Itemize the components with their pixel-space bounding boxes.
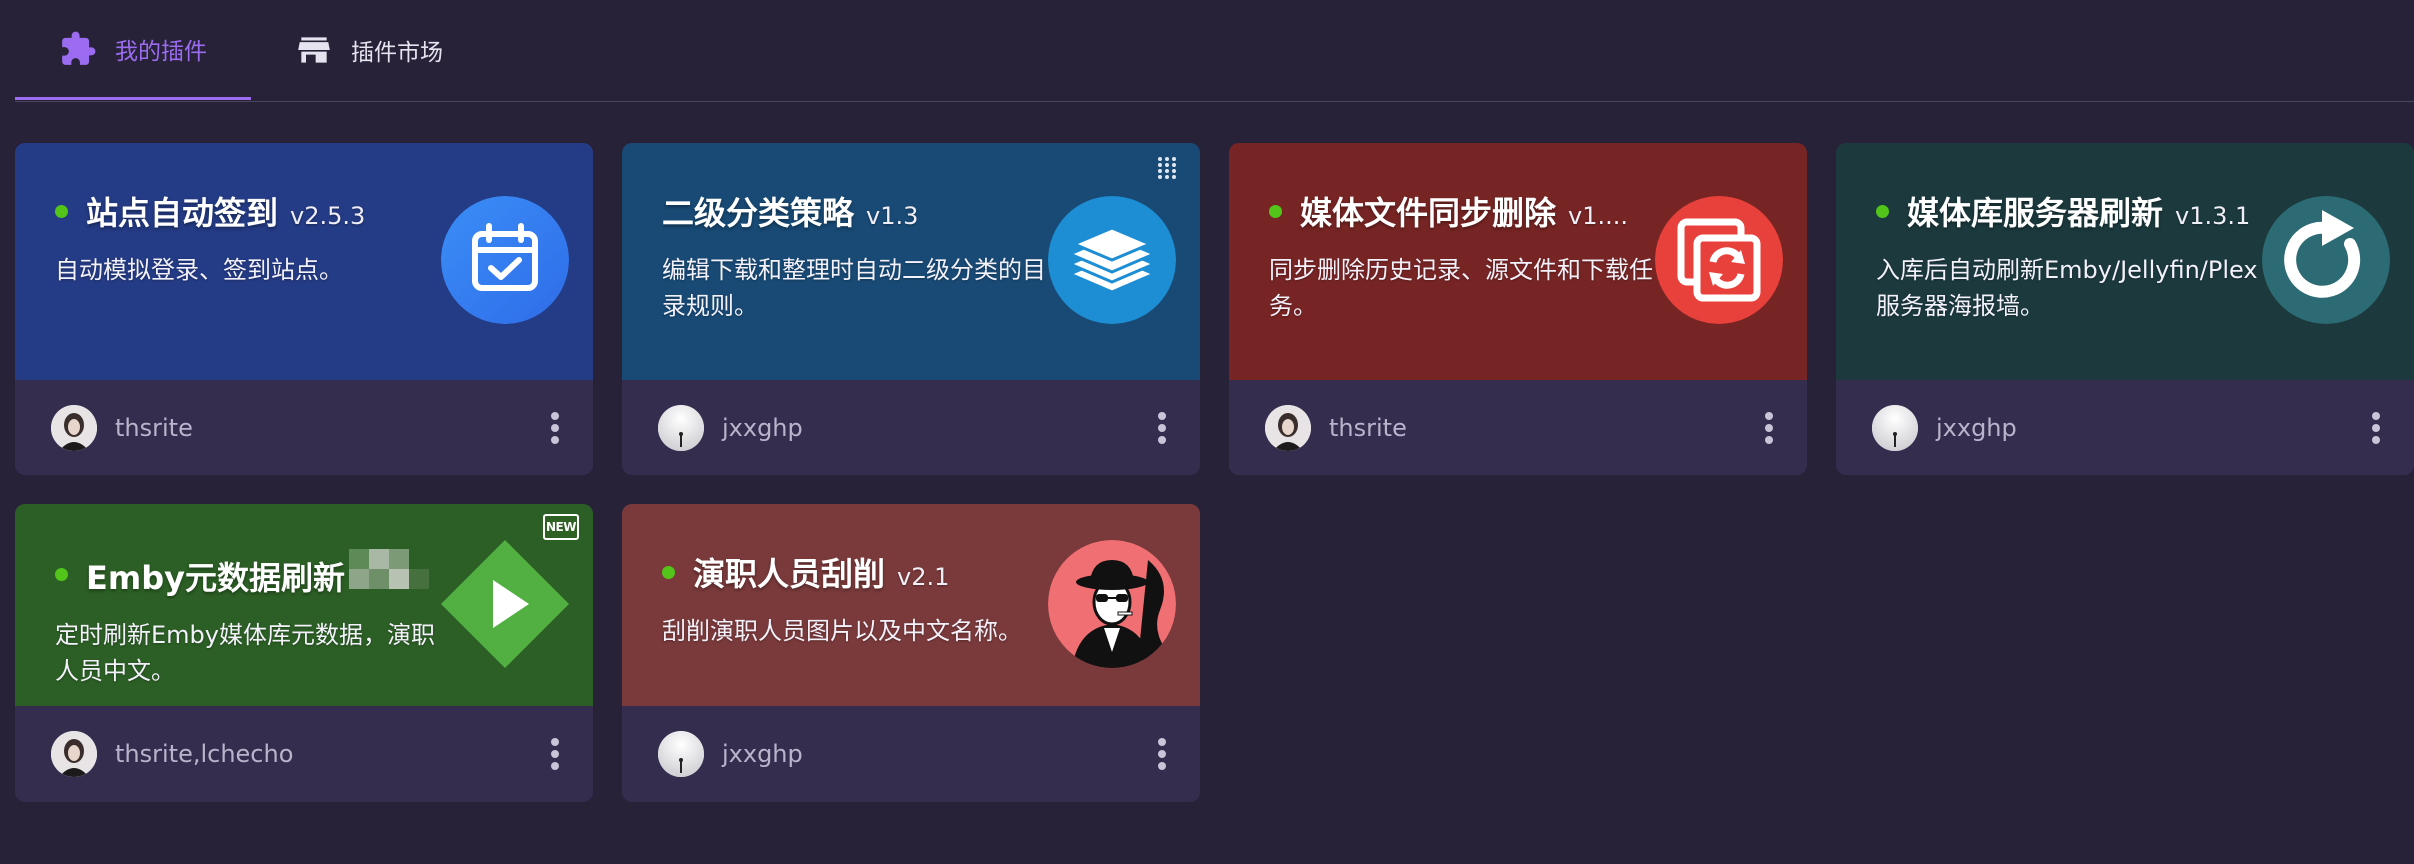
plugin-description: 编辑下载和整理时自动二级分类的目录规则。 [662,256,1046,320]
status-dot [1876,204,1889,218]
more-vertical-icon[interactable] [543,734,567,774]
plugin-title: 演职人员刮削 [693,555,886,593]
plugin-card-header: 演职人员刮削 v2.1 刮削演职人员图片以及中文名称。 [622,504,1200,706]
plugin-version: v1.3.1 [2175,202,2251,230]
plugin-title: 站点自动签到 [86,194,279,232]
more-vertical-icon[interactable] [2364,408,2388,448]
plugin-tabs: 我的插件 插件市场 [15,0,2414,102]
avatar [658,404,704,451]
status-dot [55,567,68,581]
plugin-card-header: 站点自动签到 v2.5.3 自动模拟登录、签到站点。 [15,143,593,380]
new-badge: NEW [543,514,579,540]
plugin-author: thsrite [1329,413,1407,442]
plugin-title: 二级分类策略 [662,194,855,232]
plugin-card-footer: thsrite,lchecho [15,706,593,801]
tab-label: 插件市场 [351,40,443,66]
plugin-version: v2.5.3 [290,202,366,230]
plugin-author: jxxghp [1936,413,2017,442]
tab-plugin-market[interactable]: 插件市场 [251,0,487,100]
drag-handle-icon[interactable] [1156,155,1178,181]
plugin-title: 媒体库服务器刷新 [1907,194,2164,232]
store-icon [298,37,330,63]
status-dot [662,565,675,579]
avatar [51,404,97,451]
more-vertical-icon[interactable] [1150,408,1174,448]
plugin-card-header: 二级分类策略 v1.3 编辑下载和整理时自动二级分类的目录规则。 [622,143,1200,380]
avatar [1872,404,1918,451]
plugin-grid: 站点自动签到 v2.5.3 自动模拟登录、签到站点。 thsrite 二级分类策… [15,143,2414,836]
plugin-card-footer: jxxghp [622,706,1200,801]
tab-label: 我的插件 [115,38,207,65]
plugin-card-header: 媒体库服务器刷新 v1.3.1 入库后自动刷新Emby/Jellyfin/Ple… [1836,143,2414,380]
plugin-description: 定时刷新Emby媒体库元数据，演职人员中文。 [55,621,435,685]
plugin-card[interactable]: NEW Emby元数据刷新 定时刷新Emby媒体库元数据，演职人员中文。 ths… [15,504,593,802]
plugin-author: jxxghp [722,739,803,768]
plugin-author: jxxghp [722,413,803,442]
plugin-card[interactable]: 媒体文件同步删除 v1.... 同步删除历史记录、源文件和下载任务。 thsri… [1229,143,1807,475]
plugin-card-footer: thsrite [15,380,593,475]
plugin-card[interactable]: 站点自动签到 v2.5.3 自动模拟登录、签到站点。 thsrite [15,143,593,475]
plugin-card[interactable]: 演职人员刮削 v2.1 刮削演职人员图片以及中文名称。 jxxghp [622,504,1200,802]
more-vertical-icon[interactable] [1757,408,1781,448]
plugin-card-footer: thsrite [1229,380,1807,475]
stacked-layers-icon [1048,196,1176,324]
plugin-card-footer: jxxghp [622,380,1200,475]
avatar [658,730,704,777]
plugin-card-header: NEW Emby元数据刷新 定时刷新Emby媒体库元数据，演职人员中文。 [15,504,593,706]
more-vertical-icon[interactable] [543,408,567,448]
plugin-description: 自动模拟登录、签到站点。 [55,256,343,284]
plugin-version: v2.1 [897,563,950,591]
plugin-author: thsrite [115,413,193,442]
avatar [51,730,97,777]
sync-files-icon [1655,196,1783,324]
plugin-description: 刮削演职人员图片以及中文名称。 [662,617,1022,645]
plugin-description: 入库后自动刷新Emby/Jellyfin/Plex服务器海报墙。 [1876,256,2258,320]
status-dot [1269,204,1282,218]
actor-portrait-icon [1048,540,1176,668]
plugin-version: v1.3 [866,202,919,230]
puzzle-icon [62,31,96,65]
status-dot [55,204,68,218]
calendar-check-icon [441,196,569,324]
plugin-card-header: 媒体文件同步删除 v1.... 同步删除历史记录、源文件和下载任务。 [1229,143,1807,380]
pixelated-redaction [348,549,429,589]
plugin-author: thsrite,lchecho [115,739,294,768]
avatar [1265,404,1311,451]
plugin-description: 同步删除历史记录、源文件和下载任务。 [1269,256,1653,320]
plugin-version: v1.... [1568,202,1629,230]
plugin-title: 媒体文件同步删除 [1300,194,1557,232]
more-vertical-icon[interactable] [1150,734,1174,774]
plugin-card-footer: jxxghp [1836,380,2414,475]
plugin-card[interactable]: 二级分类策略 v1.3 编辑下载和整理时自动二级分类的目录规则。 jxxghp [622,143,1200,475]
tab-my-plugins[interactable]: 我的插件 [15,0,251,100]
refresh-icon [2262,196,2390,324]
plugin-card[interactable]: 媒体库服务器刷新 v1.3.1 入库后自动刷新Emby/Jellyfin/Ple… [1836,143,2414,475]
emby-play-icon [441,540,569,668]
plugin-title: Emby元数据刷新 [86,559,345,597]
